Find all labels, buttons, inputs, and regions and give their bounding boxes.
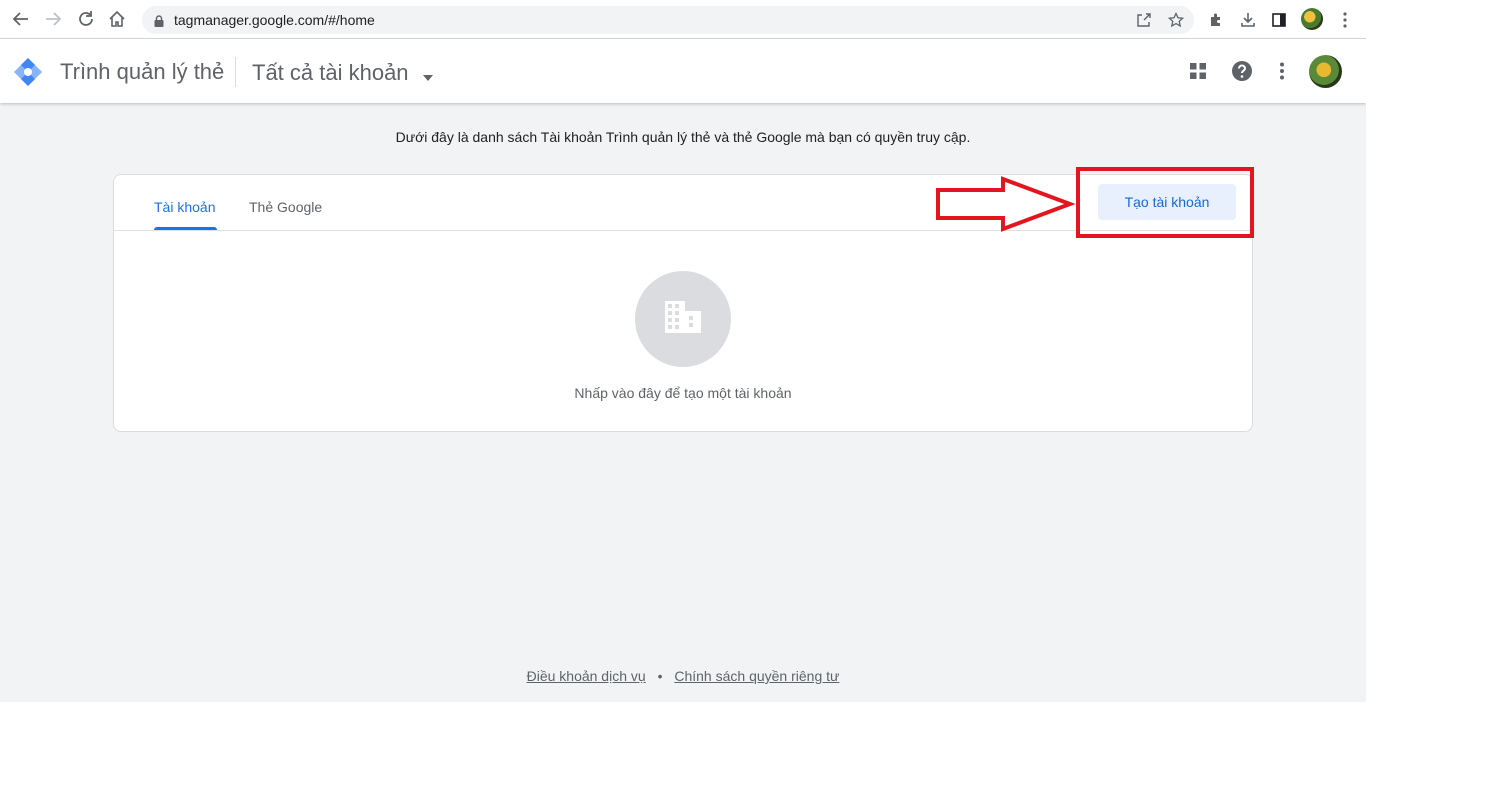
intro-text: Dưới đây là danh sách Tài khoản Trình qu…: [395, 129, 971, 145]
footer-separator: •: [657, 668, 663, 684]
empty-state-text[interactable]: Nhấp vào đây để tạo một tài khoản: [114, 385, 1252, 401]
app-title: Trình quản lý thẻ: [60, 59, 225, 84]
side-panel-icon[interactable]: [1268, 9, 1290, 31]
annotation-arrow: [936, 176, 1075, 232]
active-tab-indicator: [154, 227, 217, 230]
screenshot-frame: tagmanager.google.com/#/home Trình quản …: [0, 0, 1366, 702]
terms-link[interactable]: Điều khoản dịch vụ: [527, 668, 646, 684]
building-icon: [665, 300, 701, 338]
annotation-highlight-box: [1076, 167, 1254, 238]
tag-manager-logo-icon[interactable]: [12, 56, 44, 88]
url-text: tagmanager.google.com/#/home: [174, 12, 375, 28]
lock-icon: [154, 14, 164, 32]
address-bar[interactable]: tagmanager.google.com/#/home: [142, 6, 1194, 34]
download-icon[interactable]: [1237, 9, 1259, 31]
back-arrow-icon[interactable]: [8, 6, 34, 32]
account-selector[interactable]: Tất cả tài khoản: [252, 59, 433, 87]
privacy-link[interactable]: Chính sách quyền riêng tư: [674, 668, 839, 684]
tab-accounts[interactable]: Tài khoản: [154, 199, 215, 215]
browser-toolbar: tagmanager.google.com/#/home: [0, 0, 1366, 39]
home-icon[interactable]: [104, 6, 130, 32]
browser-menu-icon[interactable]: [1334, 9, 1356, 31]
share-icon[interactable]: [1134, 12, 1154, 28]
header-divider: [235, 57, 236, 87]
tab-google-tags[interactable]: Thẻ Google: [249, 199, 322, 215]
star-icon[interactable]: [1166, 12, 1186, 28]
caret-down-icon: [422, 61, 433, 87]
apps-grid-icon[interactable]: [1186, 59, 1210, 83]
browser-profile-avatar[interactable]: [1301, 8, 1323, 30]
puzzle-icon[interactable]: [1205, 9, 1227, 31]
account-avatar[interactable]: [1309, 55, 1342, 88]
app-header: Trình quản lý thẻ Tất cả tài khoản: [0, 39, 1366, 103]
help-icon[interactable]: [1230, 59, 1254, 83]
empty-state-icon-container[interactable]: [635, 271, 731, 367]
account-selector-label: Tất cả tài khoản: [252, 60, 409, 85]
more-vert-icon[interactable]: [1270, 59, 1294, 83]
forward-arrow-icon[interactable]: [40, 6, 66, 32]
footer: Điều khoản dịch vụ • Chính sách quyền ri…: [0, 668, 1366, 684]
reload-icon[interactable]: [73, 6, 99, 32]
